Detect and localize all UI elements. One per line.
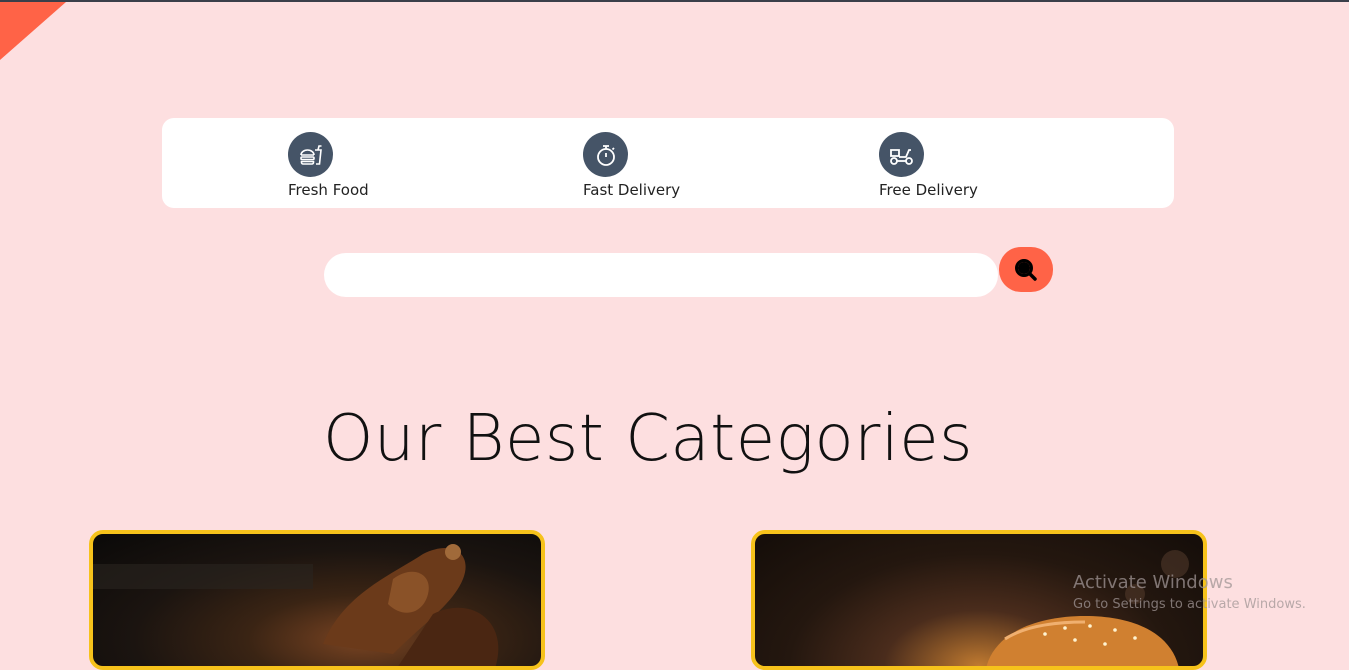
feature-label: Fresh Food (288, 181, 369, 199)
stopwatch-icon (583, 132, 628, 177)
feature-fast-delivery: Fast Delivery (583, 132, 680, 199)
category-card-chicken[interactable] (89, 530, 545, 670)
search-button[interactable] (999, 247, 1053, 292)
watermark-title: Activate Windows (1073, 572, 1233, 593)
section-title: Our Best Categories (323, 402, 973, 476)
feature-fresh-food: Fresh Food (288, 132, 369, 199)
scooter-icon (879, 132, 924, 177)
corner-decoration (0, 2, 66, 60)
search-input[interactable] (324, 253, 998, 297)
watermark-subtitle: Go to Settings to activate Windows. (1073, 597, 1306, 612)
features-bar: Fresh Food Fast Delivery Free Delivery (162, 118, 1174, 208)
search-icon (1015, 258, 1037, 281)
feature-label: Free Delivery (879, 181, 978, 199)
fast-food-icon (288, 132, 333, 177)
grilled-chicken-image (93, 544, 499, 666)
top-border (0, 0, 1349, 2)
windows-activation-watermark: Activate Windows Go to Settings to activ… (1073, 572, 1306, 612)
feature-label: Fast Delivery (583, 181, 681, 199)
feature-free-delivery: Free Delivery (879, 132, 978, 199)
